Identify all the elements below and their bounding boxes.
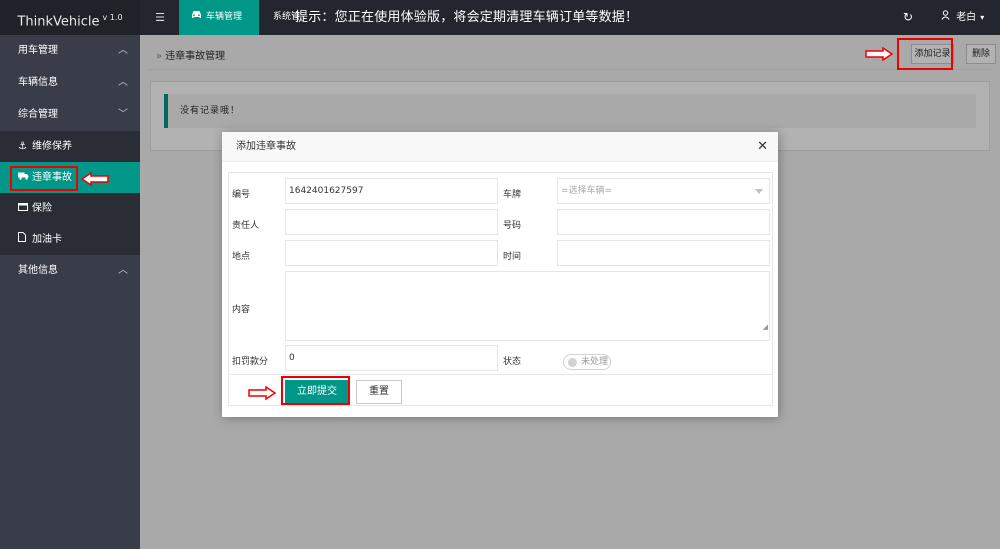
- submit-button[interactable]: 立即提交: [285, 380, 349, 404]
- truck-icon: [18, 162, 30, 193]
- time-field[interactable]: [557, 240, 770, 266]
- tab-vehicle-management-label: 车辆管理: [206, 12, 243, 22]
- chevron-up-icon: ︿: [118, 77, 128, 88]
- sidebar-group-other[interactable]: 其他信息 ︿: [0, 255, 140, 287]
- plate-select-placeholder: =选择车辆=: [561, 186, 613, 196]
- status-toggle[interactable]: 未处理: [563, 354, 611, 370]
- deduction-field[interactable]: 0: [285, 345, 498, 371]
- divider: [229, 374, 772, 375]
- add-violation-dialog: 添加违章事故 ✕ 编号 1642401627597 车牌 =选择车辆= 责任人 …: [222, 132, 778, 417]
- code-field[interactable]: [557, 209, 770, 235]
- resize-handle-icon[interactable]: ◢: [763, 315, 768, 339]
- toggle-knob: [568, 358, 577, 367]
- app-version: v 1.0: [102, 13, 123, 22]
- sidebar-group-vehicle-use[interactable]: 用车管理 ︿: [0, 35, 140, 67]
- plate-label: 车牌: [503, 190, 522, 200]
- tab-vehicle-management[interactable]: 车辆管理: [179, 0, 259, 35]
- app-logo[interactable]: ThinkVehicle v 1.0: [0, 0, 140, 35]
- user-name: 老白: [956, 12, 977, 23]
- dialog-title: 添加违章事故: [236, 141, 296, 152]
- file-icon: [18, 224, 30, 255]
- sidebar-group-general[interactable]: 综合管理 ﹀: [0, 99, 140, 131]
- sidebar-group-label: 车辆信息: [18, 77, 58, 88]
- content-label: 内容: [232, 305, 251, 315]
- dialog-header: 添加违章事故 ✕: [222, 132, 778, 162]
- chevron-down-icon: [755, 189, 763, 194]
- time-label: 时间: [503, 252, 522, 262]
- user-menu[interactable]: 老白 ▾: [941, 0, 984, 35]
- hamburger-icon[interactable]: ☰: [148, 0, 172, 35]
- plate-select[interactable]: =选择车辆=: [557, 178, 770, 204]
- sidebar-item-label: 维修保养: [32, 141, 72, 152]
- sidebar-item-label: 违章事故: [32, 172, 72, 183]
- deduction-label: 扣罚款分: [232, 357, 269, 367]
- sidebar-item-fuel-card[interactable]: 加油卡: [0, 224, 140, 255]
- sidebar-item-maintenance[interactable]: ⚓ 维修保养: [0, 131, 140, 162]
- location-label: 地点: [232, 252, 251, 262]
- annotation-arrow-icon: [865, 47, 894, 61]
- sidebar: 用车管理 ︿ 车辆信息 ︿ 综合管理 ﹀ ⚓ 维修保养 违章事故 保险 加油卡 其: [0, 35, 140, 549]
- annotation-arrow-icon: [248, 386, 277, 400]
- card-icon: [18, 193, 30, 224]
- content-textarea[interactable]: ◢: [285, 271, 770, 341]
- responsible-label: 责任人: [232, 221, 260, 231]
- status-toggle-text: 未处理: [581, 357, 609, 367]
- anchor-icon: ⚓: [18, 141, 27, 152]
- sidebar-item-label: 加油卡: [32, 234, 62, 245]
- refresh-icon[interactable]: ↻: [901, 0, 915, 35]
- close-icon[interactable]: ✕: [757, 132, 768, 162]
- location-field[interactable]: [285, 240, 498, 266]
- sidebar-subgroup: ⚓ 维修保养 违章事故 保险 加油卡: [0, 131, 140, 255]
- status-label: 状态: [503, 357, 522, 367]
- reset-button[interactable]: 重置: [356, 380, 402, 404]
- violation-form: 编号 1642401627597 车牌 =选择车辆= 责任人 号码 地点 时间 …: [228, 172, 773, 406]
- car-icon: [191, 0, 202, 35]
- sidebar-item-violations[interactable]: 违章事故: [0, 162, 140, 193]
- sidebar-item-label: 保险: [32, 203, 52, 214]
- number-label: 编号: [232, 190, 251, 200]
- chevron-down-icon: ﹀: [118, 109, 128, 120]
- sidebar-group-vehicle-info[interactable]: 车辆信息 ︿: [0, 67, 140, 99]
- user-icon: [941, 10, 953, 23]
- sidebar-group-label: 用车管理: [18, 45, 58, 56]
- number-field[interactable]: 1642401627597: [285, 178, 498, 204]
- sidebar-group-label: 综合管理: [18, 109, 58, 120]
- annotation-arrow-icon: [80, 172, 109, 186]
- chevron-up-icon: ︿: [118, 45, 128, 56]
- responsible-field[interactable]: [285, 209, 498, 235]
- demo-notice: 提示：您正在使用体验版，将会定期清理车辆订单等数据！: [295, 10, 639, 25]
- sidebar-item-insurance[interactable]: 保险: [0, 193, 140, 224]
- chevron-down-icon: ▾: [980, 13, 985, 22]
- top-bar: ThinkVehicle v 1.0 ☰ 车辆管理 系统管 提示：您正在使用体验版…: [0, 0, 1000, 35]
- chevron-up-icon: ︿: [118, 265, 128, 276]
- sidebar-group-label: 其他信息: [18, 265, 58, 276]
- app-name: ThinkVehicle: [17, 14, 100, 30]
- code-label: 号码: [503, 221, 522, 231]
